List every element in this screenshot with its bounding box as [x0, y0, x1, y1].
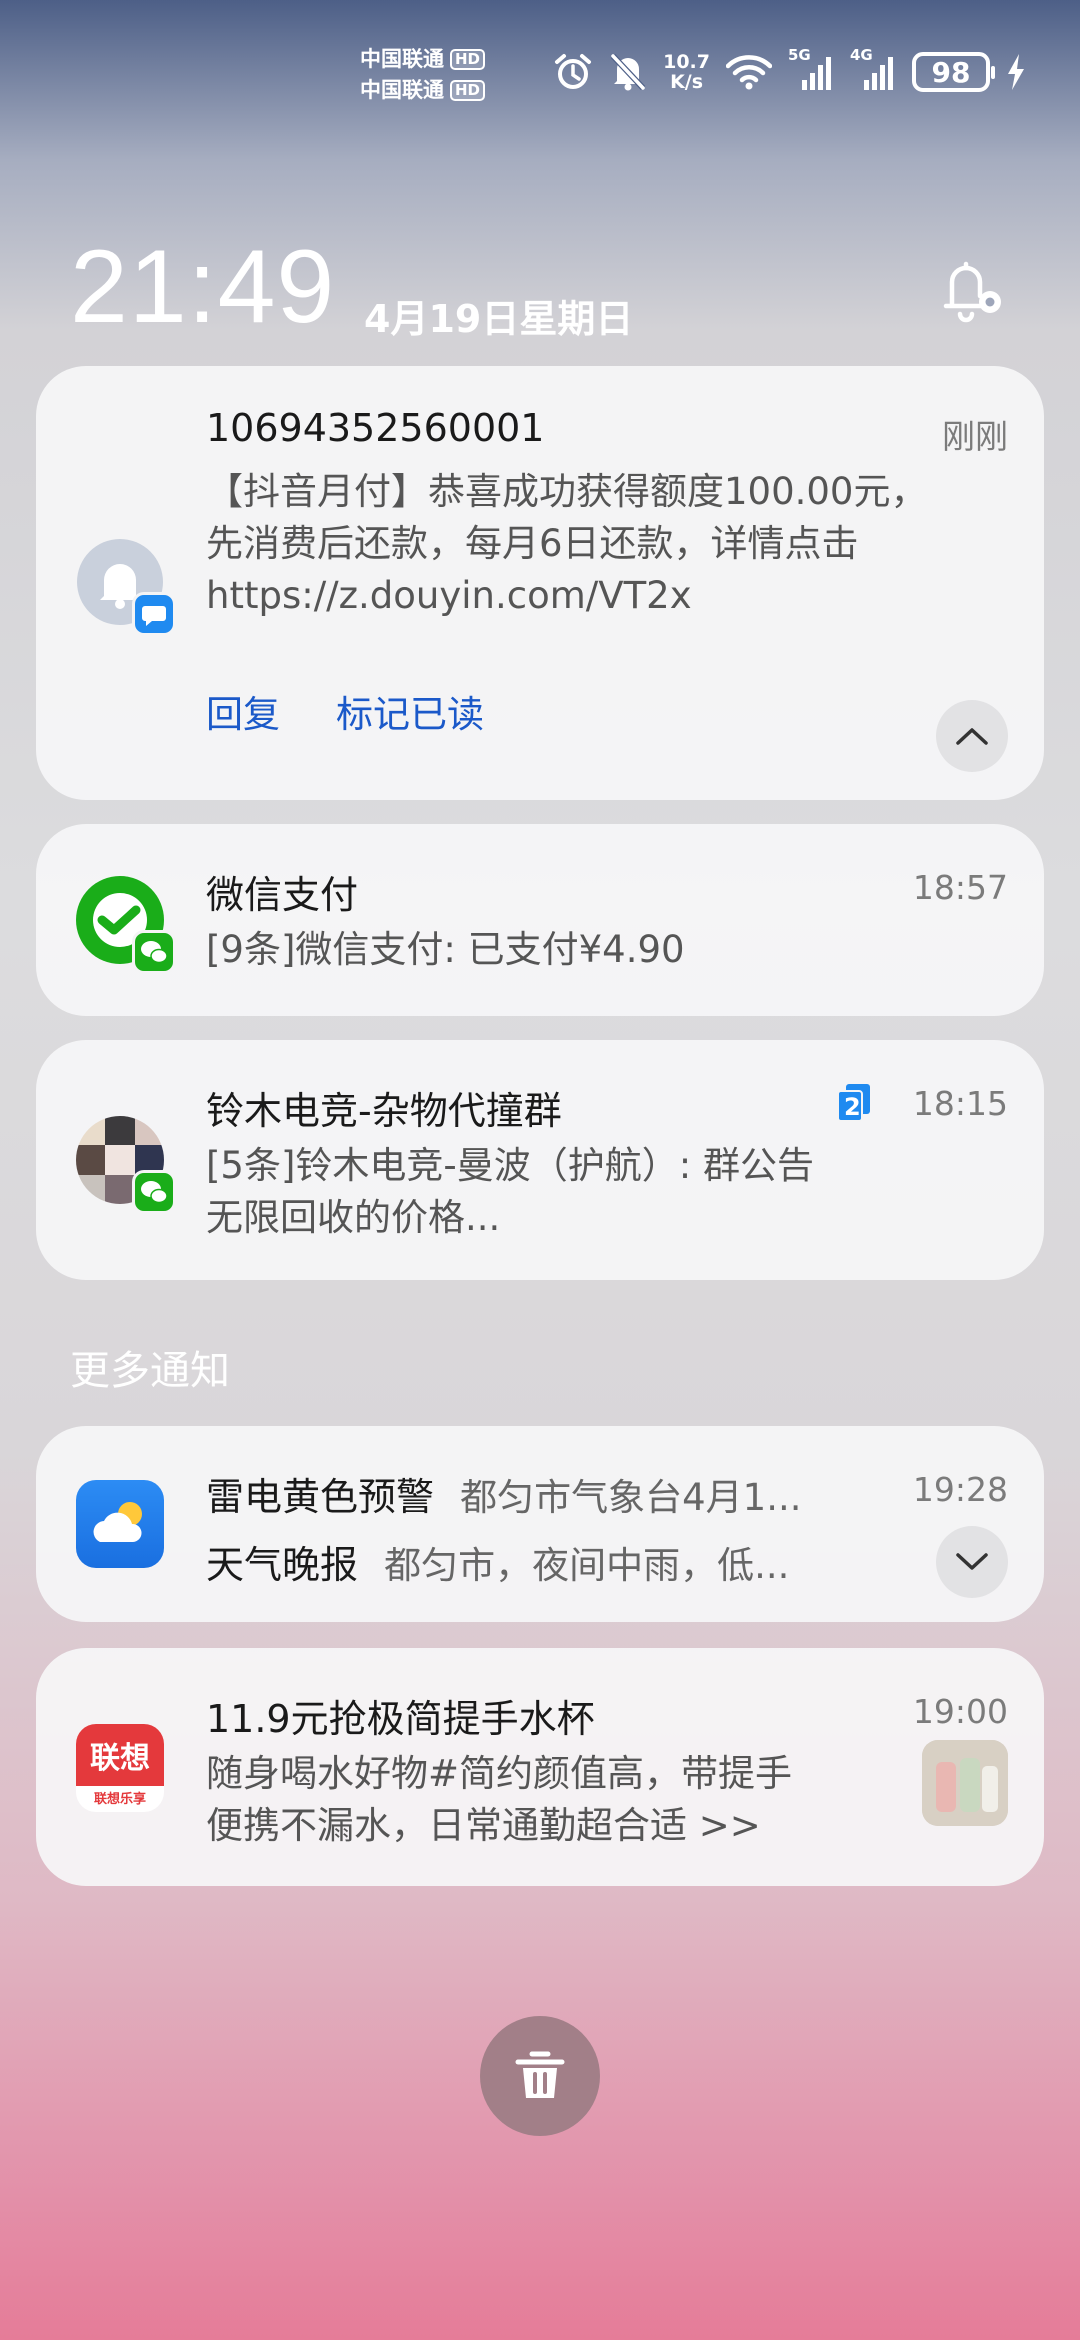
- lenovo-body: 随身喝水好物#简约颜值高，带提手 便携不漏水，日常通勤超合适 >>: [206, 1748, 792, 1852]
- notification-settings-button[interactable]: [932, 252, 1008, 328]
- weather-time: 19:28: [912, 1470, 1008, 1509]
- carrier-info: 中国联通 HD 中国联通 HD: [360, 44, 486, 106]
- sms-body: 【抖音月付】恭喜成功获得额度100.00元， 先消费后还款，每月6日还款，详情点…: [206, 466, 927, 622]
- lenovo-logo-sub: 联想乐享: [93, 1792, 146, 1807]
- chevron-down-icon: [956, 1553, 988, 1570]
- hd-badge-2: HD: [450, 80, 486, 101]
- alarm-icon: [553, 52, 593, 92]
- weather-app-icon: [76, 1480, 164, 1568]
- wechat-badge-icon: [132, 930, 176, 974]
- bell-settings-icon: [943, 261, 1001, 323]
- wifi-icon: [726, 54, 772, 90]
- clone-app-number: 2: [844, 1093, 861, 1121]
- sms-sender: 10694352560001: [206, 406, 545, 450]
- notification-card-weather[interactable]: 雷电黄色预警 都匀市气象台4月1... 天气晚报 都匀市，夜间中雨，低... 1…: [36, 1426, 1044, 1622]
- lock-date: 4月19日星期日: [364, 297, 634, 341]
- weather-alert-title: 雷电黄色预警: [206, 1475, 435, 1519]
- notification-card-wechat-pay[interactable]: 微信支付 18:57 [9条]微信支付: 已支付¥4.90: [36, 824, 1044, 1016]
- signal-label-5g: 5G: [788, 46, 811, 64]
- weather-line-2: 天气晚报 都匀市，夜间中雨，低...: [206, 1534, 789, 1589]
- notification-card-lenovo[interactable]: 联想 联想乐享 11.9元抢极简提手水杯 19:00 随身喝水好物#简约颜值高，…: [36, 1648, 1044, 1886]
- lock-clock: 21:49: [70, 229, 336, 345]
- chevron-up-icon: [956, 728, 988, 745]
- clone-app-badge: 2: [836, 1084, 872, 1122]
- signal-icon-4g: 4G: [850, 46, 896, 90]
- lenovo-time: 19:00: [912, 1692, 1008, 1731]
- mark-read-button[interactable]: 标记已读: [336, 684, 484, 738]
- weather-report-title: 天气晚报: [206, 1543, 359, 1587]
- notification-card-group-chat[interactable]: 铃木电竞-杂物代撞群 2 18:15 [5条]铃木电竞-曼波（护航）: 群公告 …: [36, 1040, 1044, 1280]
- charging-icon: [1006, 53, 1026, 91]
- lenovo-title: 11.9元抢极简提手水杯: [206, 1697, 595, 1741]
- sms-body-line2: 先消费后还款，每月6日还款，详情点击: [206, 522, 859, 565]
- lenovo-logo-text: 联想: [90, 1741, 150, 1776]
- battery-level: 98: [931, 55, 971, 89]
- status-bar: 中国联通 HD 中国联通 HD 10.7 K/s 5G 4G 98: [0, 0, 1080, 140]
- clear-all-button[interactable]: [480, 2016, 600, 2136]
- lenovo-app-icon: 联想 联想乐享: [76, 1724, 164, 1812]
- hd-badge-1: HD: [450, 49, 486, 70]
- group-chat-title: 铃木电竞-杂物代撞群: [206, 1089, 562, 1133]
- weather-line-1: 雷电黄色预警 都匀市气象台4月1...: [206, 1466, 801, 1521]
- trash-icon: [515, 2051, 565, 2098]
- sms-body-line1: 【抖音月付】恭喜成功获得额度100.00元，: [206, 470, 928, 513]
- collapse-button[interactable]: [936, 700, 1008, 772]
- messages-badge-icon: [132, 592, 176, 636]
- expand-button[interactable]: [936, 1526, 1008, 1598]
- group-chat-time: 18:15: [912, 1084, 1008, 1123]
- group-chat-body-line1: [5条]铃木电竞-曼波（护航）: 群公告: [206, 1144, 814, 1187]
- speed-unit: K/s: [670, 71, 704, 93]
- carrier-name-2: 中国联通: [360, 78, 444, 102]
- group-chat-body: [5条]铃木电竞-曼波（护航）: 群公告 无限回收的价格...: [206, 1140, 814, 1244]
- weather-alert-body: 都匀市气象台4月1...: [460, 1476, 802, 1519]
- lenovo-body-line1: 随身喝水好物#简约颜值高，带提手: [206, 1752, 793, 1795]
- signal-icon-5g: 5G: [788, 46, 834, 90]
- weather-report-body: 都匀市，夜间中雨，低...: [384, 1544, 790, 1587]
- network-speed: 10.7 K/s: [663, 52, 710, 92]
- mute-icon: [609, 52, 647, 92]
- sms-body-line3: https://z.douyin.com/VT2x: [206, 574, 692, 617]
- wechat-pay-body: [9条]微信支付: 已支付¥4.90: [206, 928, 685, 971]
- carrier-name-1: 中国联通: [360, 47, 444, 71]
- reply-button[interactable]: 回复: [206, 684, 280, 738]
- wechat-pay-time: 18:57: [912, 868, 1008, 907]
- lenovo-logo: 联想: [76, 1724, 164, 1786]
- wechat-pay-title: 微信支付: [206, 873, 359, 917]
- sms-time: 刚刚: [942, 417, 1008, 456]
- battery-indicator: 98: [912, 52, 995, 92]
- group-chat-body-line2: 无限回收的价格...: [206, 1196, 501, 1239]
- lenovo-body-line2: 便携不漏水，日常通勤超合适 >>: [206, 1804, 761, 1847]
- signal-label-4g: 4G: [850, 46, 873, 64]
- notification-card-sms[interactable]: 10694352560001 刚刚 【抖音月付】恭喜成功获得额度100.00元，…: [36, 366, 1044, 800]
- status-icons: 10.7 K/s 5G 4G 98: [553, 46, 1026, 92]
- wechat-badge-icon: [132, 1170, 176, 1214]
- speed-value: 10.7: [663, 51, 710, 73]
- more-notifications-label: 更多通知: [70, 1348, 230, 1394]
- product-thumbnail: [922, 1740, 1008, 1826]
